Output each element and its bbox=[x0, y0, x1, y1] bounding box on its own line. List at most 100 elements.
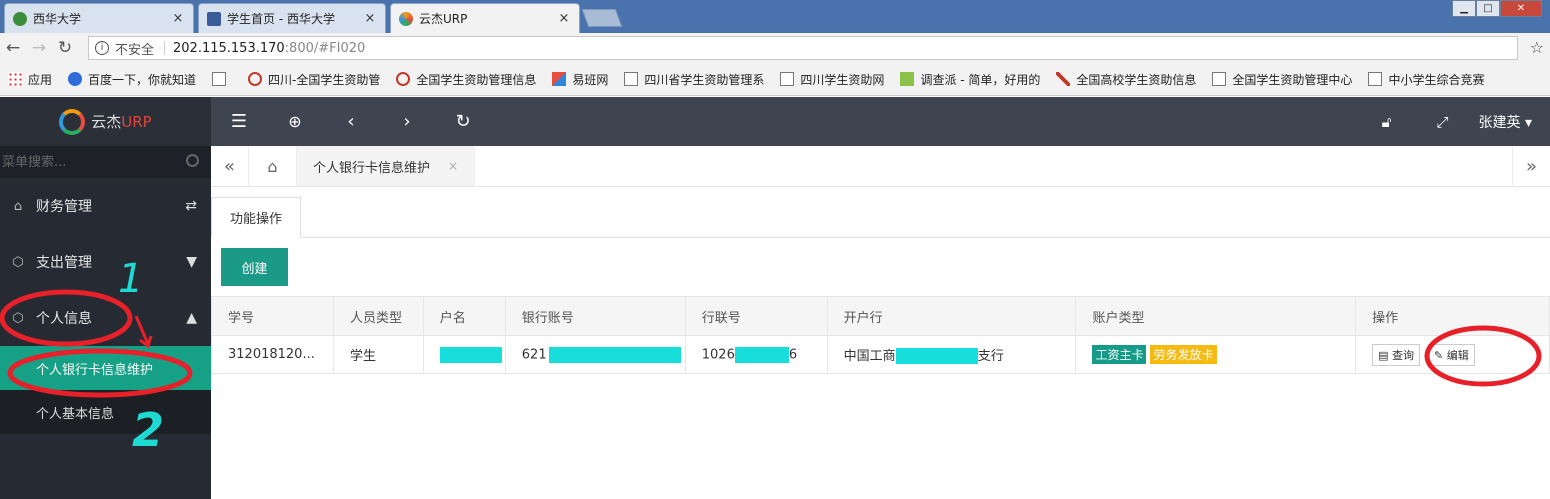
bookmark-yiban[interactable]: 易班网 bbox=[552, 71, 608, 88]
bookmark-label: 全国高校学生资助信息 bbox=[1076, 72, 1197, 87]
browser-tabstrip: 西华大学 × 学生首页 - 西华大学 × 云杰URP × ▁ □ ✕ bbox=[0, 0, 1550, 33]
bookmark-label: 四川-全国学生资助管 bbox=[268, 72, 381, 87]
bookmark-star-icon[interactable]: ☆ bbox=[1530, 38, 1544, 57]
main-content: 功能操作 创建 学号 人员类型 户名 银行账号 行联号 开户行 账户类型 操作 … bbox=[211, 187, 1550, 499]
edit-button[interactable]: ✎ 编辑 bbox=[1427, 343, 1475, 366]
lock-icon[interactable]: 🔓︎ bbox=[1359, 113, 1415, 131]
sidebar-item-finance[interactable]: ⌂ 财务管理 ⇄ bbox=[0, 178, 211, 234]
insecure-label: 不安全 bbox=[115, 42, 155, 58]
bank-code-suffix: 6 bbox=[788, 347, 798, 362]
logo-text: 云杰URP bbox=[91, 111, 151, 132]
document-icon bbox=[1212, 72, 1227, 86]
bank-card-table: 学号 人员类型 户名 银行账号 行联号 开户行 账户类型 操作 31201812… bbox=[211, 296, 1550, 374]
bookmark-sichuan-system[interactable]: 四川省学生资助管理系 bbox=[624, 71, 764, 88]
reload-icon[interactable]: ↻ bbox=[52, 38, 78, 58]
minimize-icon[interactable]: ▁ bbox=[1452, 0, 1476, 17]
sidebar-subitem-bank-card[interactable]: 个人银行卡信息维护 bbox=[0, 346, 211, 390]
apps-grid-icon bbox=[8, 72, 22, 86]
globe-icon[interactable]: ⊕ bbox=[267, 112, 323, 131]
document-icon bbox=[212, 72, 227, 86]
fullscreen-icon[interactable]: ⤢ bbox=[1415, 113, 1471, 131]
redaction-mask bbox=[895, 348, 978, 365]
column-header: 操作 bbox=[1355, 296, 1550, 336]
search-icon[interactable] bbox=[186, 154, 199, 167]
menu-search-input[interactable] bbox=[2, 154, 172, 170]
browser-tab-urp[interactable]: 云杰URP × bbox=[390, 3, 580, 33]
create-button[interactable]: 创建 bbox=[221, 248, 288, 286]
bookmark-sichuan-web[interactable]: 四川学生资助网 bbox=[780, 71, 884, 88]
page-favicon-icon bbox=[207, 11, 221, 26]
maximize-icon[interactable]: □ bbox=[1476, 0, 1500, 17]
sidebar-item-expense[interactable]: ⬡ 支出管理 ▼ bbox=[0, 234, 211, 290]
query-button[interactable]: ▤ 查询 bbox=[1372, 343, 1420, 366]
close-window-icon[interactable]: ✕ bbox=[1500, 0, 1542, 17]
divider bbox=[164, 41, 166, 55]
chevron-right-icon[interactable]: › bbox=[379, 111, 435, 132]
user-menu[interactable]: 张建英 ▾ bbox=[1471, 112, 1550, 132]
survey-icon bbox=[900, 72, 915, 86]
column-header[interactable]: 账户类型 bbox=[1075, 296, 1357, 336]
cube-icon: ⬡ bbox=[12, 310, 24, 326]
column-header[interactable]: 户名 bbox=[422, 296, 506, 336]
double-chevron-left-icon[interactable]: « bbox=[211, 146, 249, 186]
status-badge: 工资主卡 bbox=[1092, 345, 1147, 364]
status-badge: 劳务发放卡 bbox=[1150, 345, 1217, 364]
bookmark-funding-center[interactable]: 全国学生资助管理中心 bbox=[1212, 71, 1352, 88]
bookmark-label: 四川省学生资助管理系 bbox=[644, 72, 765, 87]
tab-function-ops[interactable]: 功能操作 bbox=[211, 197, 302, 238]
xihua-favicon-icon bbox=[13, 11, 27, 26]
bookmark-university-funding[interactable]: 全国高校学生资助信息 bbox=[1056, 71, 1196, 88]
column-header[interactable]: 银行账号 bbox=[504, 296, 686, 336]
new-tab-button[interactable] bbox=[581, 9, 623, 27]
bank-prefix: 中国工商 bbox=[843, 348, 896, 364]
address-bar-row: ← → ↻ i 不安全 202.115.153.170:800/#FI020 bbox=[0, 33, 1550, 63]
column-header[interactable]: 学号 bbox=[211, 296, 334, 336]
urp-favicon-icon bbox=[399, 11, 413, 26]
bookmark-survey[interactable]: 调查派 - 简单，好用的 bbox=[900, 71, 1040, 88]
browser-tab-student-home[interactable]: 学生首页 - 西华大学 × bbox=[198, 3, 386, 33]
forward-arrow-icon[interactable]: → bbox=[26, 38, 52, 58]
bookmark-baidu[interactable]: 百度一下，你就知道 bbox=[68, 71, 196, 88]
cell-account-type: 工资主卡 劳务发放卡 bbox=[1075, 335, 1357, 374]
bookmark-competition[interactable]: 中小学生综合竞赛 bbox=[1368, 71, 1484, 88]
refresh-icon[interactable]: ↻ bbox=[435, 111, 491, 132]
baidu-paw-icon bbox=[68, 72, 83, 86]
sidebar: 云杰URP ⌂ 财务管理 ⇄ ⬡ 支出管理 ▼ ⬡ 个人信息 ▲ 个人银行卡信息… bbox=[0, 97, 211, 499]
back-arrow-icon[interactable]: ← bbox=[0, 38, 26, 58]
url-host: 202.115.153.170 bbox=[173, 40, 285, 56]
home-icon[interactable]: ⌂ bbox=[249, 146, 297, 186]
bookmark-sichuan-funding[interactable]: 四川-全国学生资助管 bbox=[248, 71, 380, 88]
flag-icon bbox=[1056, 72, 1071, 86]
url-field[interactable]: i 不安全 202.115.153.170:800/#FI020 bbox=[88, 36, 1518, 60]
query-label: 查询 bbox=[1391, 348, 1414, 362]
bookmark-national-funding[interactable]: 全国学生资助管理信息 bbox=[396, 71, 536, 88]
column-header[interactable]: 开户行 bbox=[826, 296, 1077, 336]
cell-account-name bbox=[422, 335, 506, 374]
sidebar-item-personal-info[interactable]: ⬡ 个人信息 ▲ bbox=[0, 290, 211, 346]
bookmark-doc[interactable] bbox=[212, 72, 232, 86]
app-logo[interactable]: 云杰URP bbox=[0, 97, 211, 146]
column-header[interactable]: 人员类型 bbox=[332, 296, 424, 336]
bookmark-apps[interactable]: 应用 bbox=[8, 71, 52, 88]
cell-bank-branch: 中国工商 支行 bbox=[826, 335, 1077, 374]
column-header[interactable]: 行联号 bbox=[684, 296, 828, 336]
chevron-left-icon[interactable]: ‹ bbox=[323, 111, 379, 132]
sidebar-subitem-basic-info[interactable]: 个人基本信息 bbox=[0, 390, 211, 434]
info-icon[interactable]: i bbox=[95, 41, 109, 55]
browser-tab-xihua[interactable]: 西华大学 × bbox=[4, 3, 194, 33]
yiban-icon bbox=[552, 72, 567, 86]
tab-bank-card[interactable]: 个人银行卡信息维护 × bbox=[297, 146, 476, 186]
close-icon[interactable]: × bbox=[448, 159, 458, 173]
personal-info-submenu: 个人银行卡信息维护 个人基本信息 bbox=[0, 346, 211, 434]
close-tab-icon[interactable]: × bbox=[363, 11, 377, 26]
cell-bank-code: 1026 6 bbox=[684, 335, 828, 374]
bank-suffix: 支行 bbox=[977, 348, 1004, 364]
sidebar-item-label: 财务管理 bbox=[36, 199, 92, 215]
cube-icon: ⬡ bbox=[12, 254, 24, 270]
double-chevron-right-icon[interactable]: » bbox=[1512, 146, 1550, 187]
close-tab-icon[interactable]: × bbox=[557, 11, 571, 26]
toggle-arrows-icon: ⇄ bbox=[185, 198, 197, 214]
close-tab-icon[interactable]: × bbox=[171, 11, 185, 26]
collapse-menu-icon[interactable]: ☰ bbox=[211, 111, 267, 132]
bookmark-label: 中小学生综合竞赛 bbox=[1388, 72, 1485, 87]
